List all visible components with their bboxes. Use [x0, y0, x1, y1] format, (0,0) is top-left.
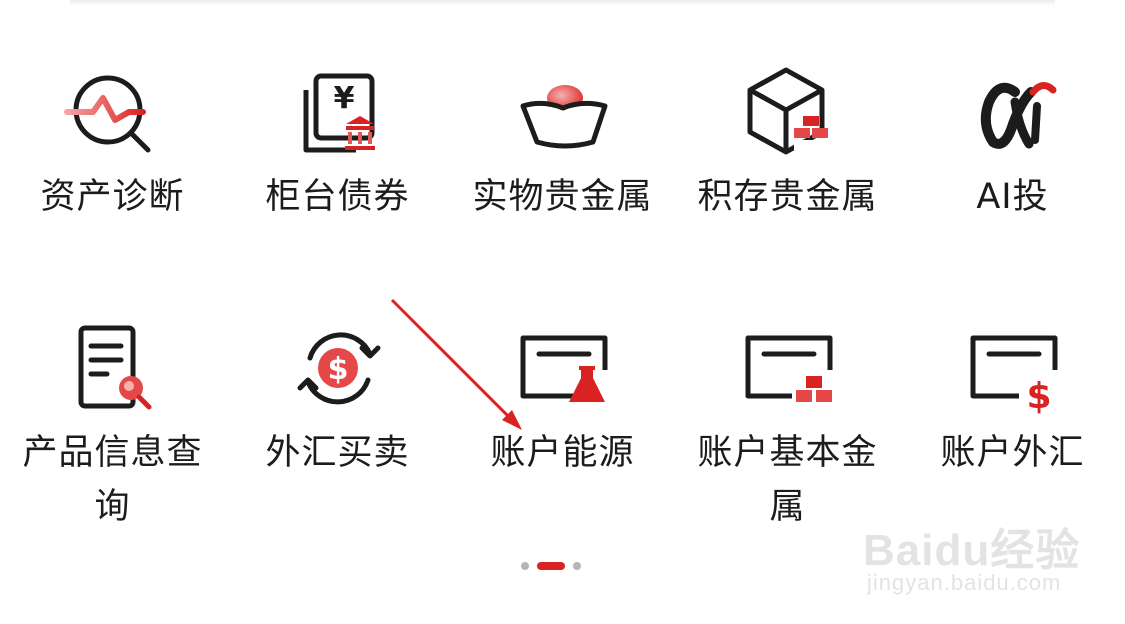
menu-item-asset-diagnosis[interactable]: 资产诊断 — [0, 62, 225, 224]
asset-diagnosis-icon — [63, 62, 163, 162]
svg-text:$: $ — [327, 352, 348, 387]
gold-accumulation-icon — [738, 62, 838, 162]
watermark-url: jingyan.baidu.com — [867, 570, 1062, 595]
menu-item-label: 积存贵金属 — [697, 177, 878, 217]
menu-item-product-info-search[interactable]: 产品信息查询 — [0, 318, 225, 534]
menu-item-label: 账户能源 — [490, 433, 635, 473]
menu-item-account-energy[interactable]: 账户能源 — [450, 318, 675, 480]
page-indicator — [521, 562, 581, 570]
svg-text:¥: ¥ — [333, 81, 354, 116]
ai-invest-icon — [963, 62, 1063, 162]
menu-item-forex-exchange[interactable]: $ 外汇买卖 — [225, 318, 450, 480]
menu-item-ai-invest[interactable]: AI投 — [900, 62, 1125, 224]
page-dot[interactable] — [573, 562, 581, 570]
menu-item-account-forex[interactable]: $ 账户外汇 — [900, 318, 1125, 480]
account-forex-icon: $ — [963, 318, 1063, 418]
menu-item-label: 实物贵金属 — [472, 177, 653, 217]
menu-item-label: 账户外汇 — [940, 433, 1085, 473]
menu-item-label: 柜台债券 — [265, 177, 410, 217]
menu-item-label: AI投 — [976, 177, 1049, 217]
menu-item-label: 产品信息查询 — [22, 433, 203, 527]
counter-bond-icon: ¥ — [288, 62, 388, 162]
menu-item-label: 账户基本金属 — [697, 433, 878, 527]
menu-item-gold-accumulation[interactable]: 积存贵金属 — [675, 62, 900, 224]
svg-text:$: $ — [1026, 376, 1051, 417]
page-dot-active[interactable] — [537, 562, 565, 570]
watermark-logo-text: Baidu经验 — [863, 526, 1081, 575]
watermark: Baidu经验 jingyan.baidu.com — [855, 500, 1105, 610]
menu-item-label: 外汇买卖 — [265, 433, 410, 473]
forex-exchange-icon: $ — [288, 318, 388, 418]
menu-item-label: 资产诊断 — [40, 177, 185, 217]
menu-item-counter-bond[interactable]: ¥ 柜台债券 — [225, 62, 450, 224]
account-energy-icon — [513, 318, 613, 418]
product-info-search-icon — [63, 318, 163, 418]
account-base-metal-icon — [738, 318, 838, 418]
menu-item-physical-gold[interactable]: 实物贵金属 — [450, 62, 675, 224]
page-dot[interactable] — [521, 562, 529, 570]
physical-gold-icon — [513, 62, 613, 162]
